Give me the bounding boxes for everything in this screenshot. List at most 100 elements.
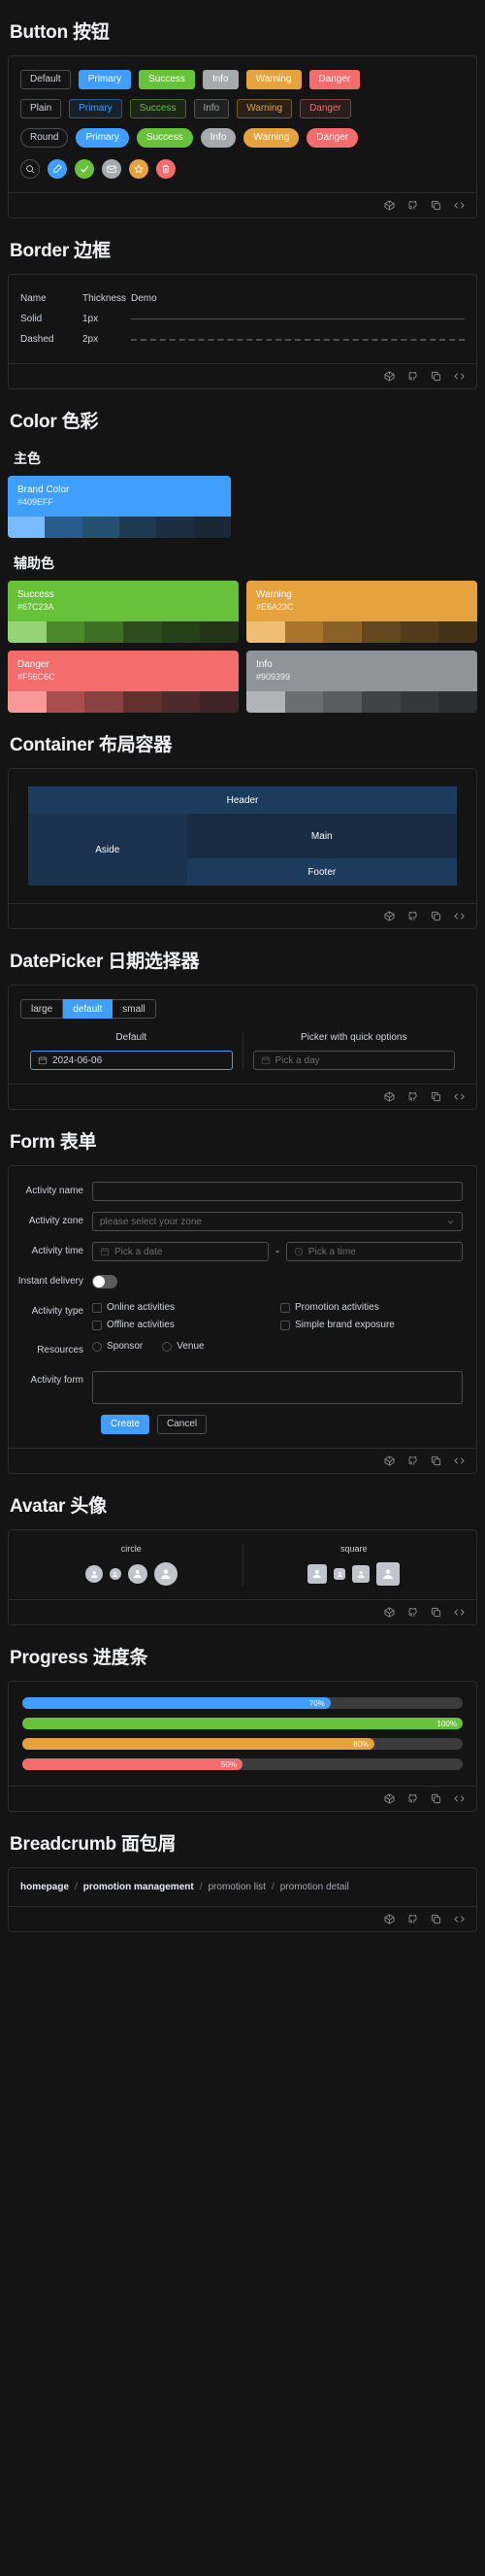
button-plain-primary[interactable]: Primary — [69, 99, 122, 118]
brand-hex: #409EFF — [17, 497, 54, 507]
message-icon-button[interactable] — [102, 159, 121, 179]
checkbox-offline-activities[interactable]: Offline activities — [92, 1320, 275, 1330]
page-title-form: Form 表单 — [10, 1132, 97, 1153]
github-icon[interactable] — [407, 1607, 418, 1618]
create-button[interactable]: Create — [101, 1415, 150, 1434]
progress-fill-success: 100% — [22, 1718, 463, 1729]
codepen-icon[interactable] — [384, 911, 395, 921]
button-info[interactable]: Info — [202, 70, 239, 89]
button-default[interactable]: Default — [20, 70, 71, 89]
checkbox-promotion-activities[interactable]: Promotion activities — [280, 1302, 463, 1313]
copy-icon[interactable] — [431, 1607, 441, 1618]
github-icon[interactable] — [407, 911, 418, 921]
search-icon-button[interactable] — [20, 159, 40, 179]
code-icon[interactable] — [454, 1607, 465, 1618]
progress-bar-warning: 80% — [22, 1738, 463, 1750]
copy-icon[interactable] — [431, 371, 441, 382]
layout-demo: Header Aside Main Footer — [28, 786, 457, 886]
radio-venue[interactable]: Venue — [162, 1341, 205, 1352]
button-plain-success[interactable]: Success — [129, 99, 186, 118]
breadcrumb-item-promotion-list[interactable]: promotion list — [208, 1882, 265, 1892]
copy-icon[interactable] — [431, 1914, 441, 1924]
copy-icon[interactable] — [431, 911, 441, 921]
activity-time-input[interactable]: Pick a time — [285, 1242, 464, 1261]
edit-icon-button[interactable] — [48, 159, 67, 179]
button-warning[interactable]: Warning — [245, 70, 302, 89]
code-icon[interactable] — [454, 1793, 465, 1804]
avatar-row-square — [249, 1562, 460, 1586]
github-icon[interactable] — [407, 371, 418, 382]
radio-sponsor[interactable]: Sponsor — [92, 1341, 143, 1352]
size-option-large[interactable]: large — [20, 999, 64, 1019]
button-success[interactable]: Success — [139, 70, 195, 89]
button-plain-info[interactable]: Info — [193, 99, 230, 118]
button-round-default[interactable]: Round — [20, 128, 69, 148]
card-actions-button — [9, 192, 476, 217]
github-icon[interactable] — [407, 1091, 418, 1102]
copy-icon[interactable] — [431, 200, 441, 211]
checkbox-online-activities[interactable]: Online activities — [92, 1302, 275, 1313]
codepen-icon[interactable] — [384, 1091, 395, 1102]
button-plain-default[interactable]: Plain — [20, 99, 62, 118]
cancel-button[interactable]: Cancel — [157, 1415, 208, 1434]
code-icon[interactable] — [454, 371, 465, 382]
code-icon[interactable] — [454, 1455, 465, 1466]
avatar — [352, 1565, 371, 1583]
codepen-icon[interactable] — [384, 1455, 395, 1466]
copy-icon[interactable] — [431, 1091, 441, 1102]
danger-swatch: Danger #F56C6C — [8, 651, 239, 691]
check-icon-button[interactable] — [75, 159, 94, 179]
card-actions-avatar — [9, 1599, 476, 1624]
code-icon[interactable] — [454, 1091, 465, 1102]
delete-icon-button[interactable] — [156, 159, 176, 179]
warning-hex: #E6A23C — [256, 602, 294, 612]
copy-icon[interactable] — [431, 1793, 441, 1804]
button-danger[interactable]: Danger — [308, 70, 361, 89]
breadcrumb-item-homepage[interactable]: homepage — [20, 1882, 69, 1892]
instant-delivery-toggle[interactable] — [92, 1275, 117, 1288]
code-icon[interactable] — [454, 911, 465, 921]
color-card-danger: Danger #F56C6C — [8, 651, 239, 713]
size-option-small[interactable]: small — [113, 999, 156, 1019]
checkbox-simple-brand-exposure[interactable]: Simple brand exposure — [280, 1320, 463, 1330]
button-primary[interactable]: Primary — [78, 70, 132, 89]
activity-name-input[interactable] — [92, 1182, 463, 1201]
activity-form-textarea[interactable] — [92, 1371, 463, 1404]
codepen-icon[interactable] — [384, 1793, 395, 1804]
control-activity-time: Pick a date - Pick a time — [92, 1242, 464, 1261]
button-plain-danger[interactable]: Danger — [300, 99, 351, 118]
github-icon[interactable] — [407, 1914, 418, 1924]
codepen-icon[interactable] — [384, 1914, 395, 1924]
copy-icon[interactable] — [431, 1455, 441, 1466]
activity-date-placeholder: Pick a date — [114, 1246, 163, 1257]
date-input-default[interactable]: 2024-06-06 — [30, 1051, 233, 1070]
codepen-icon[interactable] — [384, 200, 395, 211]
size-option-default[interactable]: default — [63, 999, 113, 1019]
button-round-primary[interactable]: Primary — [76, 128, 129, 148]
checkbox-label: Promotion activities — [295, 1302, 379, 1313]
codepen-icon[interactable] — [384, 371, 395, 382]
github-icon[interactable] — [407, 1793, 418, 1804]
breadcrumb-separator: / — [271, 1882, 275, 1892]
layout-main: Main — [186, 814, 457, 858]
github-icon[interactable] — [407, 1455, 418, 1466]
date-input-quick[interactable]: Pick a day — [252, 1051, 455, 1070]
github-icon[interactable] — [407, 200, 418, 211]
breadcrumb-item-promotion-detail[interactable]: promotion detail — [280, 1882, 349, 1892]
breadcrumb-item-promotion-management[interactable]: promotion management — [83, 1882, 194, 1892]
button-round-info[interactable]: Info — [200, 128, 237, 148]
star-icon-button[interactable] — [129, 159, 148, 179]
button-round-success[interactable]: Success — [136, 128, 193, 148]
form-demo-body: Activity name Activity zone please selec… — [9, 1166, 476, 1448]
codepen-icon[interactable] — [384, 1607, 395, 1618]
activity-zone-select[interactable]: please select your zone — [92, 1212, 463, 1231]
button-round-danger[interactable]: Danger — [307, 128, 359, 148]
button-round-warning[interactable]: Warning — [243, 128, 300, 148]
activity-time-placeholder: Pick a time — [307, 1246, 356, 1257]
button-plain-warning[interactable]: Warning — [237, 99, 293, 118]
code-icon[interactable] — [454, 200, 465, 211]
activity-date-input[interactable]: Pick a date — [92, 1242, 270, 1261]
user-icon — [383, 1569, 393, 1580]
warning-name: Warning — [256, 589, 292, 600]
code-icon[interactable] — [454, 1914, 465, 1924]
